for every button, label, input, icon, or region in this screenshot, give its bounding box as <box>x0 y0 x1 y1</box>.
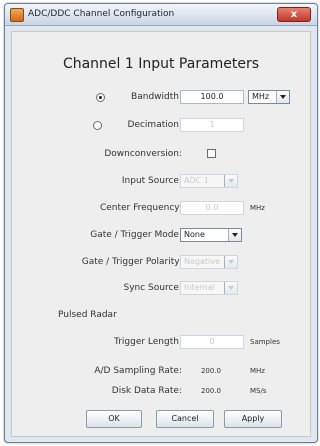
sync-source-label: Sync Source: <box>123 283 183 293</box>
downconversion-label: Downconversion: <box>104 149 182 159</box>
downconversion-checkbox[interactable] <box>207 149 216 158</box>
input-source-value: ADC 1 <box>184 176 209 185</box>
gate-trigger-mode-label: Gate / Trigger Mode: <box>90 230 182 240</box>
pulsed-radar-heading: Pulsed Radar <box>58 310 117 320</box>
chevron-down-icon <box>224 175 237 187</box>
disk-data-rate-value: 200.0 <box>200 387 222 395</box>
chevron-down-icon <box>224 282 237 294</box>
chevron-down-icon <box>276 91 289 103</box>
center-frequency-label: Center Frequency: <box>99 203 182 213</box>
center-frequency-input[interactable]: 0.0 <box>180 201 244 215</box>
sync-source-value: Internal <box>184 283 215 292</box>
chevron-down-icon <box>228 229 241 241</box>
input-parameters-panel: Channel 1 Input Parameters Bandwidth: 10… <box>11 31 311 437</box>
bandwidth-label: Bandwidth: <box>131 92 182 102</box>
gate-trigger-mode-select[interactable]: None <box>180 228 242 242</box>
trigger-length-unit: Samples <box>250 338 280 346</box>
sync-source-select[interactable]: Internal <box>180 281 238 295</box>
trigger-length-input[interactable]: 0 <box>180 335 244 349</box>
decimation-label: Decimation: <box>127 120 182 130</box>
input-source-label: Input Source: <box>121 176 182 186</box>
window-title: ADC/DDC Channel Configuration <box>28 9 175 19</box>
decimation-input[interactable]: 1 <box>180 118 244 132</box>
ok-button[interactable]: OK <box>86 410 142 428</box>
input-source-select[interactable]: ADC 1 <box>180 174 238 188</box>
bandwidth-input[interactable]: 100.0 <box>180 90 244 104</box>
disk-data-rate-unit: MS/s <box>250 387 267 395</box>
trigger-length-label: Trigger Length: <box>114 337 182 347</box>
chevron-down-icon <box>224 256 237 268</box>
gate-trigger-polarity-value: Negative <box>184 257 220 266</box>
title-bar[interactable]: ADC/DDC Channel Configuration x <box>5 4 317 26</box>
bandwidth-unit-select[interactable]: MHz <box>248 90 290 104</box>
panel-heading: Channel 1 Input Parameters <box>62 56 260 72</box>
ad-sampling-rate-label: A/D Sampling Rate: <box>94 366 182 376</box>
cancel-button[interactable]: Cancel <box>156 410 214 428</box>
center-frequency-unit: MHz <box>250 204 265 212</box>
ad-sampling-rate-value: 200.0 <box>200 367 222 375</box>
bandwidth-unit-value: MHz <box>252 92 270 101</box>
gate-trigger-mode-value: None <box>184 230 205 239</box>
close-button[interactable]: x <box>277 7 311 22</box>
ad-sampling-rate-unit: MHz <box>250 367 265 375</box>
disk-data-rate-label: Disk Data Rate: <box>111 386 182 396</box>
gate-trigger-polarity-select[interactable]: Negative <box>180 255 238 269</box>
configuration-dialog: ADC/DDC Channel Configuration x Channel … <box>4 3 318 443</box>
gate-trigger-polarity-label: Gate / Trigger Polarity: <box>81 257 182 267</box>
apply-button[interactable]: Apply <box>224 410 282 428</box>
app-icon <box>10 8 24 22</box>
